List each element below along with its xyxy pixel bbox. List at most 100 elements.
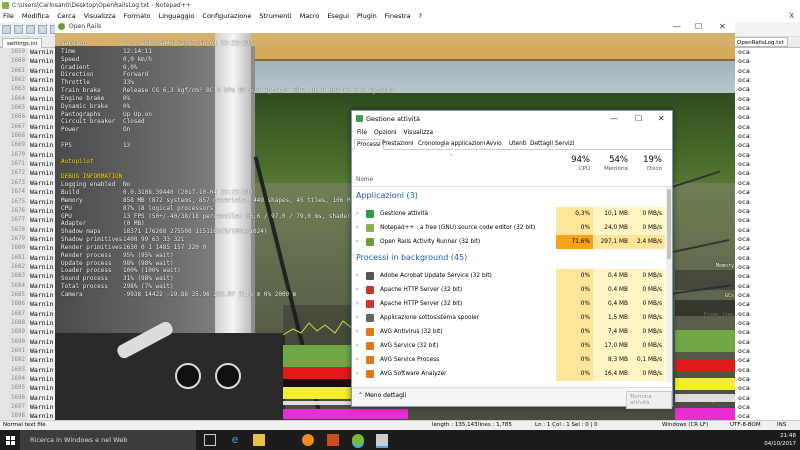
process-row[interactable]: › Gestione attività 0,3% 10,1 MB 0 MB/s: [352, 207, 670, 221]
col-cpu-header[interactable]: 94% CPU: [556, 155, 590, 172]
toolbar-button-icon[interactable]: [26, 25, 35, 34]
tab-dettagli[interactable]: Dettagli: [528, 139, 555, 150]
process-row[interactable]: › AVG Service (32 bit) 0% 17,0 MB 0 MB/s: [352, 339, 670, 353]
group-header-apps[interactable]: Applicazioni (3): [356, 191, 418, 200]
chevron-right-icon[interactable]: ›: [356, 207, 358, 221]
chevron-right-icon[interactable]: ›: [356, 235, 358, 249]
less-details-button[interactable]: ⌃ Meno dettagli: [358, 392, 406, 399]
chevron-right-icon[interactable]: ›: [356, 269, 358, 283]
hud-overlay: Version 1.0.3108.39440 (2017-10-04 23:23:…: [61, 40, 412, 299]
npp-tab-log[interactable]: OpenRailsLog.txt: [733, 37, 788, 47]
file-explorer-icon[interactable]: [253, 434, 265, 446]
process-list[interactable]: Applicazioni (3) › Gestione attività 0,3% 10…: [352, 187, 670, 383]
tab-servizi[interactable]: Servizi: [553, 139, 576, 150]
toolbar-button-icon[interactable]: [14, 25, 23, 34]
process-cpu: 0%: [556, 353, 593, 367]
toolbar-button-icon[interactable]: [2, 25, 11, 34]
chevron-right-icon[interactable]: ›: [356, 297, 358, 311]
process-list-scrollbar[interactable]: [666, 187, 672, 383]
system-tray[interactable]: 21:48 04/10/2017: [720, 430, 800, 450]
tab-prestazioni[interactable]: Prestazioni: [380, 139, 416, 150]
hud-key: Time: [61, 47, 76, 55]
end-task-button[interactable]: Termina attività: [626, 391, 672, 409]
process-disk: 2,4 MB/s: [631, 235, 665, 249]
hud-key: Dynamic brake: [61, 102, 108, 110]
npp-menu-item[interactable]: Modifica: [22, 11, 49, 22]
notepadpp-taskbar-icon[interactable]: [376, 434, 388, 446]
log-line-prefix: Warnin: [30, 188, 54, 197]
minimize-button[interactable]: —: [673, 20, 681, 33]
process-row[interactable]: › Adobe Acrobat Update Service (32 bit) 0%…: [352, 269, 670, 283]
process-row[interactable]: › Open Rails Activity Runner (32 bit) 71,6…: [352, 235, 670, 249]
npp-title-bar[interactable]: C:\Users\Carlosanti\Desktop\OpenRailsLog…: [0, 0, 800, 11]
tab-utenti[interactable]: Utenti: [507, 139, 529, 150]
close-button[interactable]: ✕: [719, 20, 726, 33]
scrollbar-thumb[interactable]: [667, 189, 671, 259]
chevron-right-icon[interactable]: ›: [356, 353, 358, 367]
tm-menu-item[interactable]: Visualizza: [404, 127, 434, 138]
log-line-suffix: oca: [738, 141, 750, 150]
maximize-button[interactable]: ☐: [695, 20, 702, 33]
process-cpu: 71,6%: [556, 235, 593, 249]
process-memory: 0,4 MB: [593, 283, 631, 297]
hud-row: Total process 298% (7% wait): [61, 283, 401, 291]
minimize-button[interactable]: —: [610, 111, 618, 127]
tab-avvio[interactable]: Avvio: [484, 139, 504, 150]
hud-value: 95% (95% wait): [123, 251, 174, 259]
chevron-right-icon[interactable]: ›: [356, 283, 358, 297]
disk-total: 19%: [643, 155, 662, 165]
edge-icon[interactable]: e: [229, 434, 241, 446]
group-header-background[interactable]: Processi in background (45): [356, 253, 467, 262]
openrails-title-bar[interactable]: Open Rails — ☐ ✕: [55, 20, 735, 33]
col-disk-header[interactable]: 19% Disco: [631, 155, 662, 172]
process-row[interactable]: › AVG Antivirus (32 bit) 0% 7,4 MB 0 MB/s: [352, 325, 670, 339]
hud-key: Train brake: [61, 87, 101, 95]
process-row[interactable]: › Apache HTTP Server (32 bit) 0% 0,4 MB 0 MB…: [352, 297, 670, 311]
firefox-icon[interactable]: [302, 434, 314, 446]
toolbar-button-icon[interactable]: [38, 25, 47, 34]
maximize-button[interactable]: ☐: [635, 111, 642, 127]
process-row[interactable]: › AVG Software Analyzer 0% 16,4 MB 0 MB/s: [352, 367, 670, 381]
close-button[interactable]: ✕: [658, 111, 665, 127]
graph-label: Memory: [715, 263, 734, 269]
process-memory: 0,4 MB: [593, 269, 631, 283]
close-icon[interactable]: X: [789, 12, 794, 20]
tm-title-bar[interactable]: Gestione attività — ☐ ✕: [352, 111, 672, 127]
process-row[interactable]: › Applicazione sottosistema spooler 0% 1,5 …: [352, 311, 670, 325]
chevron-right-icon[interactable]: ›: [356, 221, 358, 235]
chevron-right-icon[interactable]: ›: [356, 367, 358, 381]
hud-key: Autopilot: [61, 157, 94, 165]
process-cpu: 0%: [556, 339, 593, 353]
sort-chevron-icon[interactable]: ˄: [450, 154, 453, 161]
hud-row: Autopilot: [61, 158, 401, 166]
process-row[interactable]: › Notepad++ : a free (GNU) source code ed…: [352, 221, 670, 235]
process-row[interactable]: › Apache HTTP Server (32 bit) 0% 0,4 MB 0 MB…: [352, 283, 670, 297]
tab-cronologia-applicazioni[interactable]: Cronologia applicazioni: [416, 139, 487, 150]
col-name-header[interactable]: Nome: [356, 177, 373, 183]
hud-row: Render process 95% (95% wait): [61, 252, 401, 260]
chevron-right-icon[interactable]: ›: [356, 325, 358, 339]
chevron-right-icon[interactable]: ›: [356, 311, 358, 325]
npp-tab-settings[interactable]: settings.ini: [2, 38, 43, 48]
chevron-right-icon[interactable]: ›: [356, 339, 358, 353]
taskbar-search[interactable]: Ricerca in Windows e nel Web: [20, 430, 196, 450]
app-icon[interactable]: [327, 434, 339, 446]
process-row[interactable]: › AVG Service Process 0% 8,3 MB 0,1 MB/s: [352, 353, 670, 367]
task-view-icon[interactable]: [204, 434, 216, 446]
line-number: 1660: [11, 58, 25, 65]
tm-menu-item[interactable]: Opzioni: [374, 127, 397, 138]
hud-value: 18371 176268 275508 1151165(5/1024/1024): [123, 228, 268, 236]
process-memory: 10,1 MB: [593, 207, 631, 221]
log-line-prefix: Warnin: [30, 206, 54, 215]
start-button[interactable]: [0, 430, 20, 450]
tm-menu-item[interactable]: File: [357, 127, 367, 138]
npp-menu-item[interactable]: File: [3, 11, 14, 22]
task-manager-window[interactable]: Gestione attività — ☐ ✕ File Opzioni Visua…: [351, 110, 673, 409]
col-memory-header[interactable]: 54% Memoria: [593, 155, 628, 172]
process-name: Apache HTTP Server (32 bit): [380, 301, 463, 307]
hud-key: Engine brake: [61, 94, 105, 102]
log-line-suffix: oca: [738, 337, 750, 346]
openrails-taskbar-icon[interactable]: [352, 434, 364, 446]
status-eol: Windows (CR LF): [662, 422, 709, 428]
log-line-suffix: oca: [738, 244, 750, 253]
